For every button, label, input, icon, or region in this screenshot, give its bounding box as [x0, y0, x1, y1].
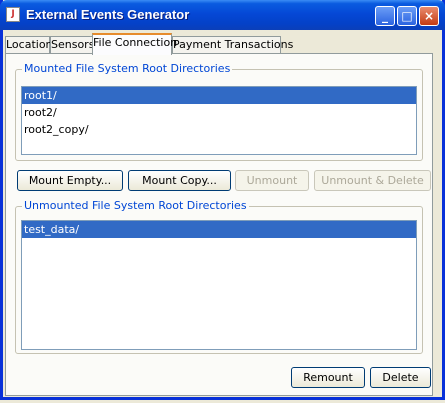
tab-location[interactable]: Location	[5, 36, 53, 54]
title-bar[interactable]: J External Events Generator _ □ ×	[0, 0, 445, 30]
unmount-delete-button[interactable]: Unmount & Delete	[314, 170, 431, 191]
remount-button[interactable]: Remount	[291, 367, 365, 388]
maximize-button[interactable]: □	[397, 6, 417, 26]
mount-copy-button[interactable]: Mount Copy...	[128, 170, 231, 191]
unmount-button[interactable]: Unmount	[235, 170, 309, 191]
mounted-directories-list[interactable]: root1/ root2/ root2_copy/	[21, 86, 417, 155]
list-item[interactable]: root1/	[22, 87, 416, 104]
close-button[interactable]: ×	[419, 6, 439, 26]
minimize-button[interactable]: _	[375, 6, 395, 26]
list-item[interactable]: root2_copy/	[22, 121, 416, 138]
mounted-directories-title: Mounted File System Root Directories	[22, 62, 233, 75]
unmounted-directories-group: Unmounted File System Root Directories t…	[15, 199, 423, 354]
tab-payment-transactions[interactable]: Payment Transactions	[172, 36, 293, 54]
delete-button[interactable]: Delete	[370, 367, 431, 388]
mount-empty-button[interactable]: Mount Empty...	[17, 170, 123, 191]
mounted-directories-group: Mounted File System Root Directories roo…	[15, 62, 423, 161]
unmounted-directories-list[interactable]: test_data/	[21, 220, 417, 350]
list-item[interactable]: test_data/	[22, 221, 416, 238]
java-app-icon: J	[6, 7, 20, 22]
window-title: External Events Generator	[26, 7, 190, 22]
tab-file-connection[interactable]: File Connection	[92, 33, 177, 55]
unmounted-directories-title: Unmounted File System Root Directories	[22, 199, 249, 212]
list-item[interactable]: root2/	[22, 104, 416, 121]
file-connection-panel: Mounted File System Root Directories roo…	[5, 53, 433, 396]
tab-sensors[interactable]: Sensors	[50, 36, 94, 54]
